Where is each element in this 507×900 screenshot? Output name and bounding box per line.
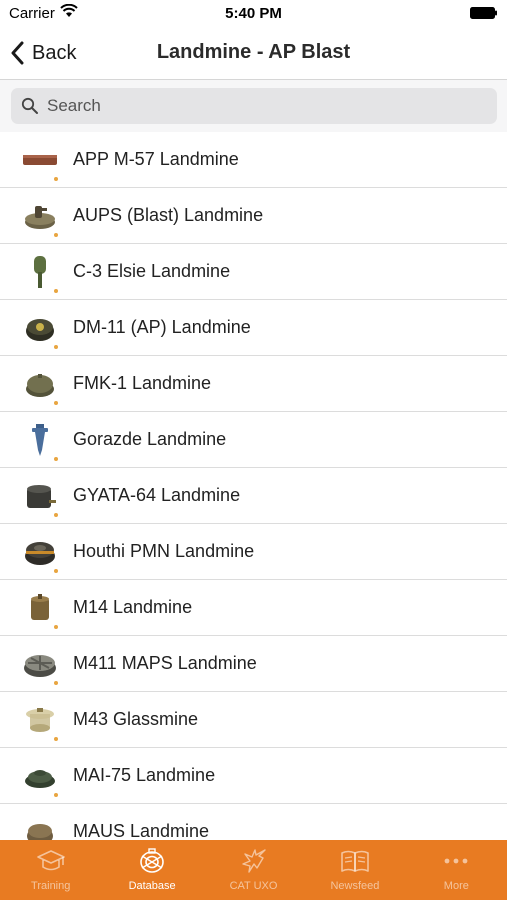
spike-mine-blue-icon (32, 424, 48, 456)
list-item-label: Houthi PMN Landmine (73, 541, 255, 561)
indicator-dot (54, 681, 58, 685)
indicator-dot (54, 177, 58, 181)
list-item[interactable]: DM-11 (AP) Landmine (0, 300, 507, 356)
list-item-label: M411 MAPS Landmine (73, 653, 257, 673)
list-item[interactable]: M411 MAPS Landmine (0, 636, 507, 692)
list-item[interactable]: M14 Landmine (0, 580, 507, 636)
round-banded-mine-icon (25, 542, 55, 565)
navigation-bar: Back Landmine - AP Blast (0, 28, 507, 80)
list-item[interactable]: Gorazde Landmine (0, 412, 507, 468)
list-item-label: AUPS (Blast) Landmine (73, 205, 264, 225)
tab-bar: Training Database CAT UXO Newsfeed More (0, 840, 507, 900)
indicator-dot (54, 513, 58, 517)
list-item-label: C-3 Elsie Landmine (73, 261, 231, 281)
list-item[interactable]: MAI-75 Landmine (0, 748, 507, 804)
landmine-list: APP M-57 Landmine AUPS (Blast) Landmine … (0, 132, 507, 840)
tab-label: More (443, 880, 469, 892)
list-item[interactable]: MAUS Landmine (0, 804, 507, 840)
tab-training[interactable]: Training (0, 840, 101, 900)
maus-mine-icon (27, 824, 53, 840)
indicator-dot (54, 401, 58, 405)
indicator-dot (54, 233, 58, 237)
list-item-label: Gorazde Landmine (73, 429, 227, 449)
rectangular-bar-mine-icon (23, 155, 57, 165)
search-placeholder: Search (47, 96, 101, 115)
small-cylinder-mine-icon (31, 594, 49, 620)
indicator-dot (54, 793, 58, 797)
glass-mine-icon (26, 708, 54, 732)
tab-database[interactable]: Database (101, 840, 202, 900)
list-item[interactable]: Houthi PMN Landmine (0, 524, 507, 580)
list-item-label: M43 Glassmine (73, 709, 199, 729)
indicator-dot (54, 457, 58, 461)
tab-label: Newsfeed (330, 880, 380, 892)
database-mine-icon (140, 848, 164, 873)
list-item-label: GYATA-64 Landmine (73, 485, 241, 505)
list-item-label: APP M-57 Landmine (73, 149, 239, 169)
tab-label: Database (128, 880, 176, 892)
more-dots-icon (444, 858, 468, 864)
round-mine-with-fuze-icon (25, 206, 55, 229)
search-input[interactable]: Search (11, 88, 497, 124)
tab-cat-uxo[interactable]: CAT UXO (203, 840, 304, 900)
status-time: 5:40 PM (225, 5, 282, 22)
indicator-dot (54, 345, 58, 349)
tab-more[interactable]: More (406, 840, 507, 900)
list-item-label: FMK-1 Landmine (73, 373, 212, 393)
open-book-icon (341, 850, 369, 872)
status-bar: Carrier 5:40 PM (0, 0, 507, 28)
battery-icon (470, 7, 497, 19)
list-item[interactable]: FMK-1 Landmine (0, 356, 507, 412)
list-item[interactable]: M43 Glassmine (0, 692, 507, 748)
indicator-dot (54, 737, 58, 741)
list-item[interactable]: APP M-57 Landmine (0, 132, 507, 188)
list-item-label: MAUS Landmine (73, 821, 210, 840)
page-title: Landmine - AP Blast (156, 41, 351, 63)
round-olive-mine-icon (26, 374, 54, 397)
round-ribbed-mine-icon (24, 655, 56, 677)
tab-label: CAT UXO (229, 880, 278, 892)
list-item[interactable]: GYATA-64 Landmine (0, 468, 507, 524)
low-round-mine-icon (25, 770, 55, 788)
list-item[interactable]: AUPS (Blast) Landmine (0, 188, 507, 244)
stake-mine-green-icon (34, 256, 46, 288)
indicator-dot (54, 289, 58, 293)
tab-newsfeed[interactable]: Newsfeed (304, 840, 405, 900)
indicator-dot (54, 625, 58, 629)
list-item[interactable]: C-3 Elsie Landmine (0, 244, 507, 300)
list-item-label: M14 Landmine (73, 597, 193, 617)
list-item-label: DM-11 (AP) Landmine (73, 317, 251, 337)
list-item-label: MAI-75 Landmine (73, 765, 216, 785)
tab-label: Training (31, 880, 71, 892)
explosion-icon (241, 849, 266, 873)
indicator-dot (54, 569, 58, 573)
graduation-cap-icon (36, 850, 65, 871)
search-icon (21, 97, 38, 114)
round-dark-mine-icon (26, 319, 54, 341)
search-bar: Search (0, 80, 507, 132)
cylinder-dark-mine-icon (27, 485, 56, 508)
